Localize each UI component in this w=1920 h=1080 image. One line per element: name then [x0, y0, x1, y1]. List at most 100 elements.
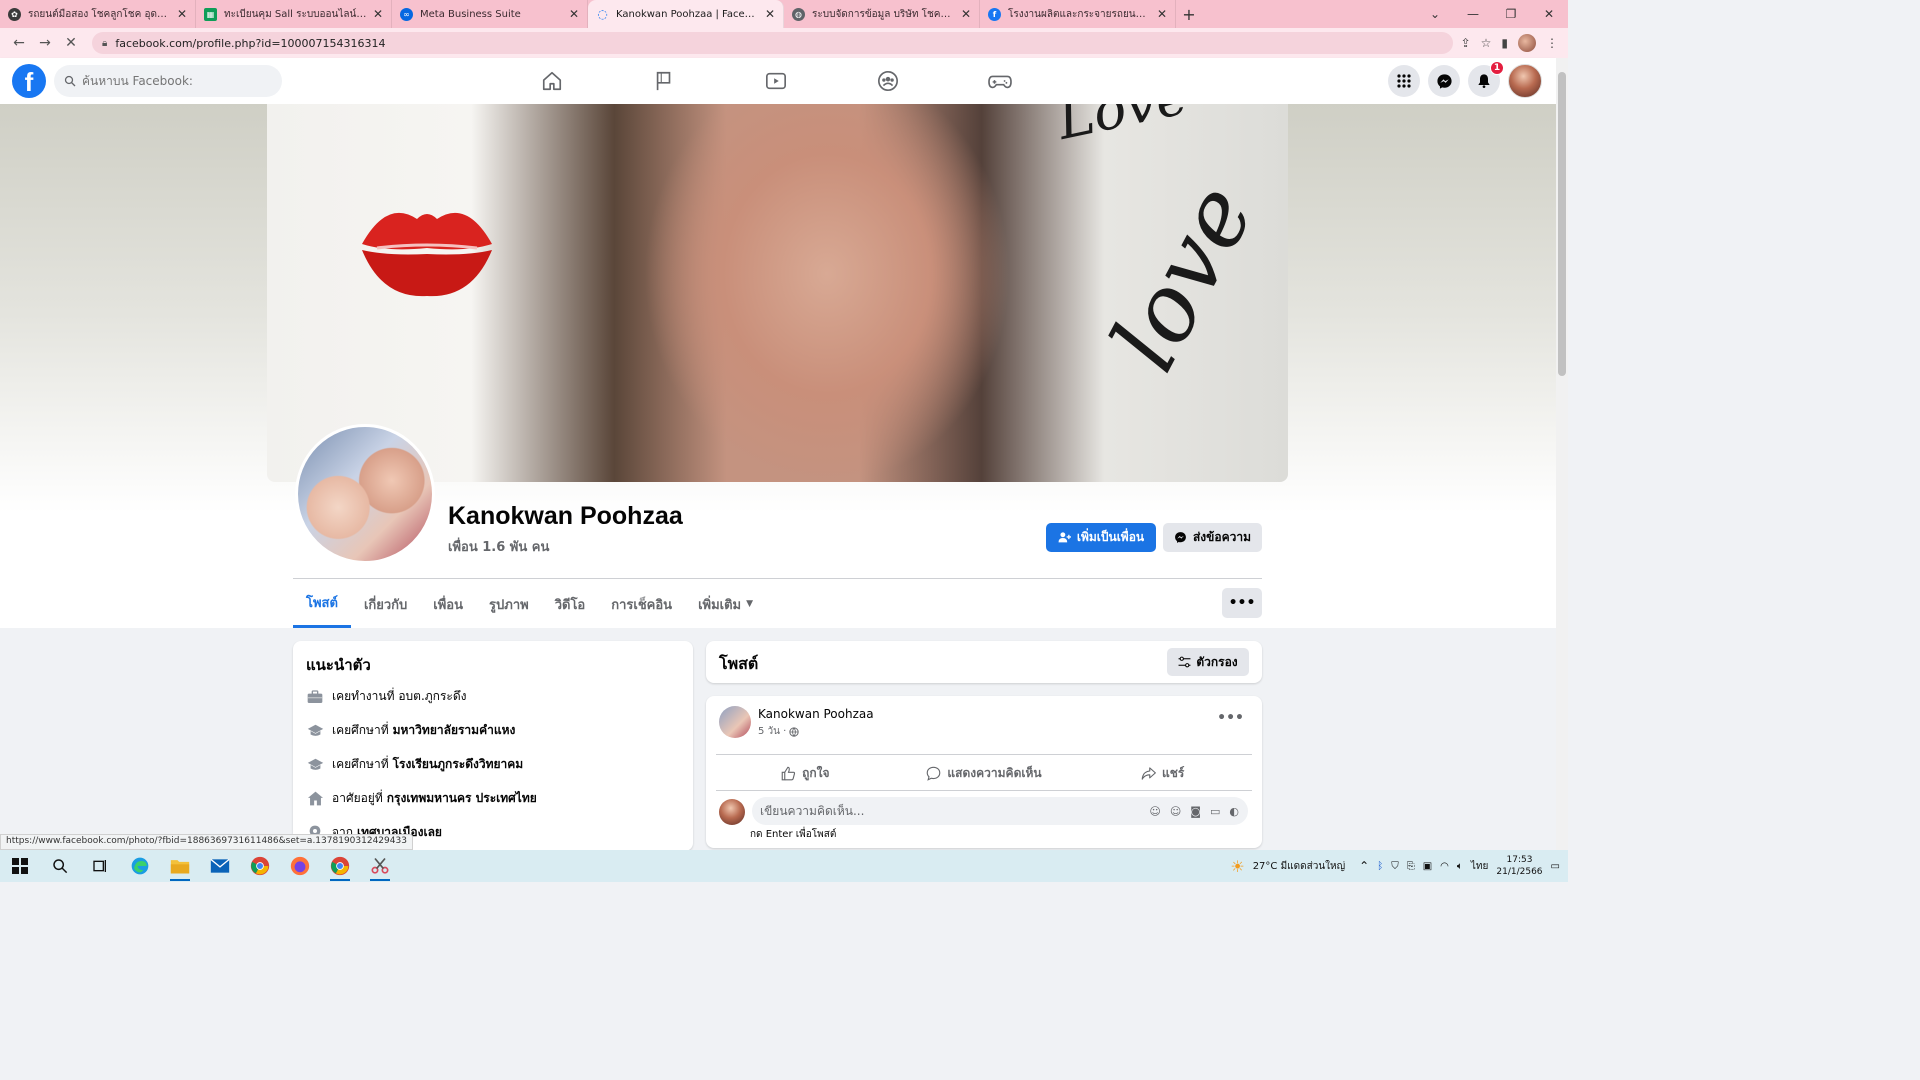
close-icon[interactable]: ✕: [961, 7, 971, 21]
browser-menu-icon[interactable]: ⋮: [1546, 36, 1558, 50]
camera-icon[interactable]: ◙: [1190, 805, 1201, 818]
profile-picture[interactable]: [295, 424, 435, 564]
chevron-up-icon[interactable]: ⌃: [1359, 859, 1369, 873]
browser-tab[interactable]: ▦ ทะเบียนคุม Sall ระบบออนไลน์.xlsx - G ✕: [196, 0, 392, 28]
nav-gaming[interactable]: [944, 58, 1056, 104]
notifications-button[interactable]: 1: [1468, 61, 1504, 97]
close-icon[interactable]: ✕: [569, 7, 579, 21]
minimize-button[interactable]: —: [1454, 0, 1492, 28]
clock[interactable]: 17:53 21/1/2566: [1496, 854, 1542, 878]
windows-start-button[interactable]: [0, 850, 40, 882]
nav-home[interactable]: [496, 58, 608, 104]
volume-icon[interactable]: 🔈︎: [1457, 861, 1463, 872]
tab-posts[interactable]: โพสต์: [293, 580, 351, 628]
browser-tab[interactable]: f โรงงานผลิตและกระจายรถยนต์ใช้แล้ว ✕: [980, 0, 1176, 28]
notification-center-icon[interactable]: ▭: [1551, 861, 1560, 872]
nav-pages[interactable]: [608, 58, 720, 104]
intro-lives-link[interactable]: กรุงเทพมหานคร ประเทศไทย: [387, 789, 537, 808]
like-button[interactable]: ถูกใจ: [716, 758, 895, 788]
security-shield-icon[interactable]: ⛉: [1391, 861, 1399, 872]
intro-university-link[interactable]: มหาวิทยาลัยรามคำแหง: [393, 721, 516, 740]
display-icon[interactable]: ▣: [1423, 861, 1432, 872]
profile-more-button[interactable]: •••: [1222, 588, 1262, 618]
browser-tab[interactable]: ∞ Meta Business Suite ✕: [392, 0, 588, 28]
language-indicator[interactable]: ไทย: [1471, 859, 1488, 874]
facebook-icon: f: [988, 7, 1001, 21]
intro-school-link[interactable]: โรงเรียนภูกระดึงวิทยาคม: [393, 755, 524, 774]
tab-checkins[interactable]: การเช็คอิน: [598, 580, 685, 628]
taskbar-search-button[interactable]: [40, 850, 80, 882]
browser-tab-active[interactable]: ◌ Kanokwan Poohzaa | Facebook ✕: [588, 0, 784, 28]
mail-icon: [210, 858, 230, 873]
post-card: Kanokwan Poohzaa 5 วัน · ••• ถูกใจ แสดงค…: [706, 696, 1262, 848]
comment-input[interactable]: เขียนความคิดเห็น... ☺︎ ☺ ◙ ▭ ◐: [752, 797, 1248, 825]
chevron-down-icon[interactable]: ⌄: [1416, 0, 1454, 28]
post-divider: [716, 790, 1252, 791]
taskbar-snipping-tool[interactable]: [360, 850, 400, 882]
post-time[interactable]: 5 วัน ·: [758, 724, 786, 739]
forward-button[interactable]: →: [32, 30, 58, 56]
tab-more[interactable]: เพิ่มเติม ▼: [685, 580, 766, 628]
taskbar-file-explorer[interactable]: [160, 850, 200, 882]
emoji-icon[interactable]: ☺: [1170, 805, 1181, 818]
bluetooth-icon[interactable]: ᛒ: [1377, 861, 1383, 872]
new-tab-button[interactable]: +: [1176, 0, 1202, 28]
wifi-icon[interactable]: ◠: [1440, 861, 1449, 872]
taskbar-edge[interactable]: [120, 850, 160, 882]
close-icon[interactable]: ✕: [1157, 7, 1167, 21]
facebook-logo-icon[interactable]: f: [12, 64, 46, 98]
menu-button[interactable]: [1388, 65, 1420, 97]
scrollbar-thumb[interactable]: [1558, 72, 1566, 376]
post-options-icon[interactable]: •••: [1217, 710, 1244, 726]
avatar-sticker-icon[interactable]: ☺︎: [1149, 805, 1160, 818]
browser-tab[interactable]: ◍ ระบบจัดการข้อมูล บริษัท โชคลูกโชค ✕: [784, 0, 980, 28]
browser-profile-avatar[interactable]: [1518, 34, 1536, 52]
tab-videos[interactable]: วิดีโอ: [542, 580, 599, 628]
taskbar-chrome[interactable]: [240, 850, 280, 882]
tab-about[interactable]: เกี่ยวกับ: [351, 580, 420, 628]
commenter-avatar[interactable]: [719, 799, 745, 825]
taskbar-firefox[interactable]: [280, 850, 320, 882]
weather-icon[interactable]: ☀: [1230, 857, 1244, 876]
taskbar-chrome-active[interactable]: [320, 850, 360, 882]
usb-icon[interactable]: ⎘: [1407, 861, 1415, 872]
close-icon[interactable]: ✕: [177, 7, 187, 21]
task-view-button[interactable]: [80, 850, 120, 882]
close-icon[interactable]: ✕: [373, 7, 383, 21]
lock-icon[interactable]: 🔒︎: [102, 38, 107, 49]
gamepad-icon: [988, 75, 1012, 89]
tab-photos[interactable]: รูปภาพ: [476, 580, 542, 628]
nav-watch[interactable]: [720, 58, 832, 104]
post-author-avatar[interactable]: [719, 706, 751, 738]
search-box[interactable]: [54, 65, 282, 97]
share-icon[interactable]: ⇪: [1461, 36, 1471, 50]
bookmark-star-icon[interactable]: ☆: [1481, 36, 1492, 50]
add-friend-button[interactable]: เพิ่มเป็นเพื่อน: [1046, 523, 1156, 552]
page-scrollbar[interactable]: [1556, 58, 1568, 850]
side-panel-icon[interactable]: ▮: [1501, 36, 1508, 50]
sticker-icon[interactable]: ◐: [1229, 805, 1239, 818]
comment-button[interactable]: แสดงความคิดเห็น: [895, 758, 1074, 788]
browser-tab[interactable]: ✿ รถยนต์มือสอง โชคลูกโชค อุดรธานี ✕: [0, 0, 196, 28]
stop-loading-button[interactable]: ✕: [58, 30, 84, 56]
comment-bubble-icon: [927, 766, 941, 781]
gif-icon[interactable]: ▭: [1210, 805, 1220, 818]
filter-button[interactable]: ตัวกรอง: [1167, 648, 1249, 676]
weather-text[interactable]: 27°C มีแดดส่วนใหญ่: [1253, 859, 1345, 874]
messenger-button[interactable]: [1428, 65, 1460, 97]
back-button[interactable]: ←: [6, 30, 32, 56]
url-field[interactable]: 🔒︎ facebook.com/profile.php?id=100007154…: [92, 32, 1453, 54]
account-avatar[interactable]: [1508, 64, 1542, 98]
taskbar-mail[interactable]: [200, 850, 240, 882]
tab-friends[interactable]: เพื่อน: [420, 580, 476, 628]
cover-photo[interactable]: Love love: [267, 104, 1288, 482]
restore-button[interactable]: ❐: [1492, 0, 1530, 28]
friends-count[interactable]: เพื่อน 1.6 พัน คน: [448, 536, 549, 557]
post-author-name[interactable]: Kanokwan Poohzaa: [758, 707, 874, 721]
send-message-button[interactable]: ส่งข้อความ: [1163, 523, 1262, 552]
search-input[interactable]: [82, 74, 262, 88]
close-window-button[interactable]: ✕: [1530, 0, 1568, 28]
share-button[interactable]: แชร์: [1073, 758, 1252, 788]
nav-groups[interactable]: [832, 58, 944, 104]
close-icon[interactable]: ✕: [765, 7, 775, 21]
